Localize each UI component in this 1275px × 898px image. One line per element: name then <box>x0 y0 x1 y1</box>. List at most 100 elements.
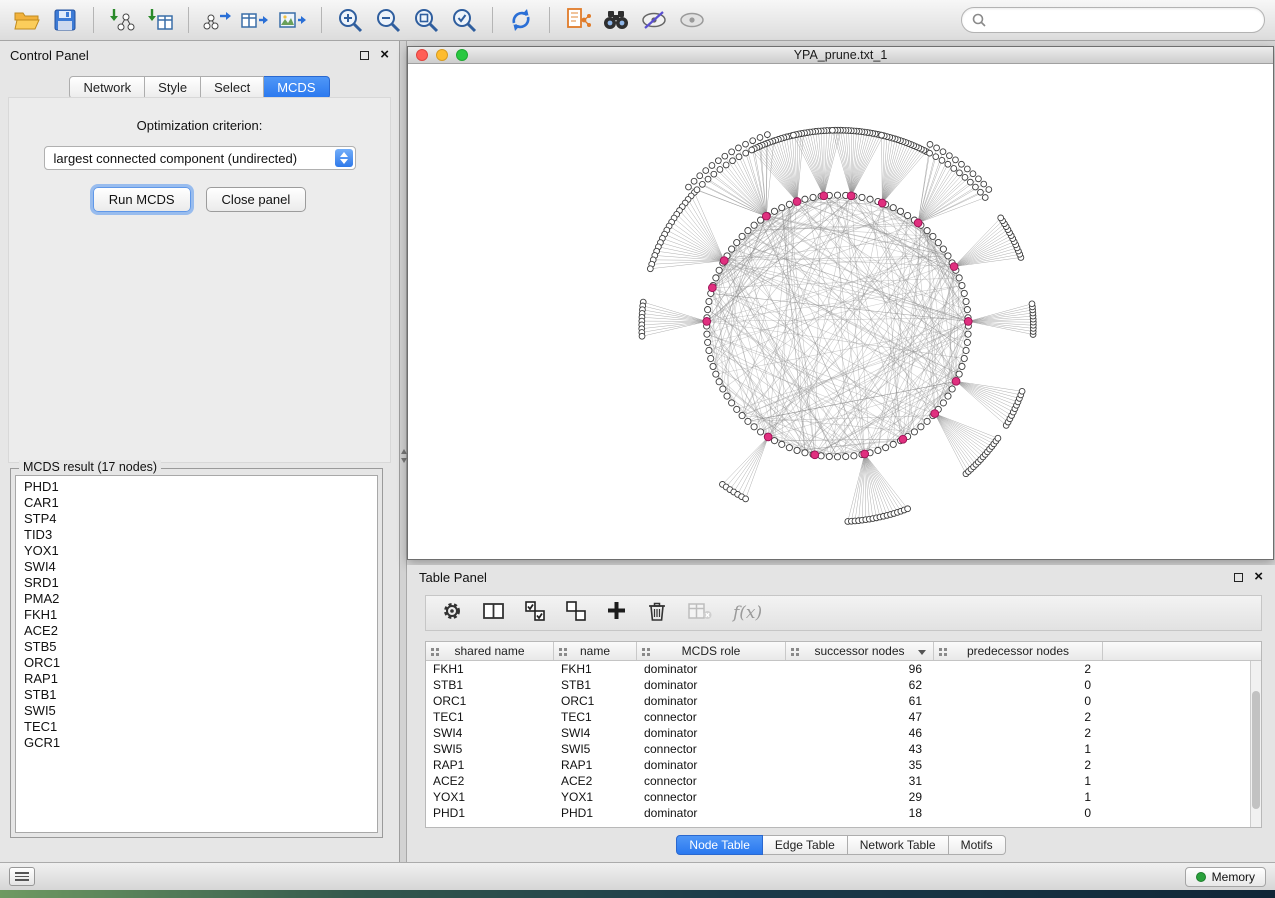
table-cell[interactable]: ORC1 <box>426 693 554 709</box>
network-ring-node[interactable] <box>834 454 840 460</box>
show-graphics-details-icon[interactable] <box>675 4 709 36</box>
mcds-result-item[interactable]: TID3 <box>24 527 377 543</box>
network-leaf-node[interactable] <box>978 189 984 195</box>
network-leaf-node[interactable] <box>976 176 982 182</box>
network-ring-node[interactable] <box>851 453 857 459</box>
table-cell[interactable]: RAP1 <box>554 757 637 773</box>
network-ring-node[interactable] <box>794 447 800 453</box>
network-ring-node[interactable] <box>705 339 711 345</box>
column-options-icon[interactable] <box>559 648 562 651</box>
network-leaf-node[interactable] <box>981 181 987 187</box>
splitter-collapse-down-icon[interactable] <box>401 458 407 463</box>
network-ring-node[interactable] <box>964 307 970 313</box>
tab-mcds[interactable]: MCDS <box>264 76 329 99</box>
network-ring-node[interactable] <box>963 347 969 353</box>
network-ring-node[interactable] <box>956 275 962 281</box>
network-leaf-node[interactable] <box>791 132 797 138</box>
close-panel-button[interactable]: Close panel <box>206 187 307 212</box>
import-table-icon[interactable] <box>143 4 177 36</box>
network-leaf-node[interactable] <box>757 135 763 141</box>
network-ring-node[interactable] <box>949 386 955 392</box>
search-box[interactable] <box>961 7 1265 33</box>
mcds-result-item[interactable]: PMA2 <box>24 591 377 607</box>
network-mcds-node[interactable] <box>964 317 972 325</box>
dropdown-stepper-icon[interactable] <box>335 149 353 167</box>
network-ring-node[interactable] <box>786 201 792 207</box>
table-row[interactable]: ACE2ACE2connector311 <box>426 773 1261 789</box>
network-leaf-node[interactable] <box>764 132 770 138</box>
network-ring-node[interactable] <box>961 355 967 361</box>
table-cell[interactable]: 0 <box>934 805 1103 821</box>
table-cell[interactable]: 2 <box>934 757 1103 773</box>
network-mcds-node[interactable] <box>764 433 772 441</box>
network-ring-node[interactable] <box>751 222 757 228</box>
table-row[interactable]: SWI5SWI5connector431 <box>426 741 1261 757</box>
network-leaf-node[interactable] <box>962 174 968 180</box>
column-layout-icon[interactable] <box>483 601 504 626</box>
network-leaf-node[interactable] <box>957 170 963 176</box>
network-mcds-node[interactable] <box>762 212 770 220</box>
delete-rows-icon[interactable] <box>647 600 667 626</box>
mcds-result-item[interactable]: FKH1 <box>24 607 377 623</box>
network-mcds-node[interactable] <box>899 435 907 443</box>
network-ring-node[interactable] <box>734 239 740 245</box>
table-cell[interactable]: dominator <box>637 725 786 741</box>
network-ring-node[interactable] <box>959 363 965 369</box>
table-row[interactable]: TEC1TEC1connector472 <box>426 709 1261 725</box>
scrollbar-thumb[interactable] <box>1252 691 1260 809</box>
optimization-criterion-dropdown[interactable]: largest connected component (undirected) <box>44 146 356 170</box>
table-row[interactable]: PHD1PHD1dominator180 <box>426 805 1261 821</box>
mcds-result-item[interactable]: SWI5 <box>24 703 377 719</box>
network-ring-node[interactable] <box>834 192 840 198</box>
network-ring-node[interactable] <box>771 208 777 214</box>
table-cell[interactable]: SWI5 <box>554 741 637 757</box>
network-ring-node[interactable] <box>940 246 946 252</box>
table-row[interactable]: YOX1YOX1connector291 <box>426 789 1261 805</box>
network-leaf-node[interactable] <box>830 127 836 133</box>
network-ring-node[interactable] <box>705 307 711 313</box>
network-mcds-node[interactable] <box>820 192 828 200</box>
network-leaf-node[interactable] <box>959 161 965 167</box>
table-cell[interactable]: PHD1 <box>554 805 637 821</box>
network-leaf-node[interactable] <box>945 161 951 167</box>
mcds-result-item[interactable]: RAP1 <box>24 671 377 687</box>
table-settings-icon[interactable] <box>442 601 462 626</box>
mcds-result-item[interactable]: SRD1 <box>24 575 377 591</box>
tab-network[interactable]: Network <box>69 76 145 99</box>
column-options-icon[interactable] <box>431 648 434 651</box>
tab-edge-table[interactable]: Edge Table <box>763 835 848 855</box>
network-leaf-node[interactable] <box>691 178 697 184</box>
mcds-result-item[interactable]: SWI4 <box>24 559 377 575</box>
mcds-result-item[interactable]: STP4 <box>24 511 377 527</box>
table-cell[interactable]: 29 <box>786 789 934 805</box>
column-options-icon[interactable] <box>939 648 942 651</box>
network-ring-node[interactable] <box>716 379 722 385</box>
table-row[interactable]: FKH1FKH1dominator962 <box>426 661 1261 677</box>
network-leaf-node[interactable] <box>749 147 755 153</box>
table-cell[interactable]: 47 <box>786 709 934 725</box>
table-cell[interactable]: 1 <box>934 741 1103 757</box>
network-ring-node[interactable] <box>739 233 745 239</box>
network-leaf-node[interactable] <box>736 154 742 160</box>
network-ring-node[interactable] <box>959 282 965 288</box>
select-all-rows-icon[interactable] <box>525 601 545 626</box>
table-cell[interactable]: 2 <box>934 709 1103 725</box>
column-header-name[interactable]: name <box>554 642 637 660</box>
network-ring-node[interactable] <box>786 445 792 451</box>
network-mcds-node[interactable] <box>793 198 801 206</box>
zoom-selected-icon[interactable] <box>447 4 481 36</box>
network-leaf-node[interactable] <box>639 333 645 339</box>
run-mcds-button[interactable]: Run MCDS <box>93 187 191 212</box>
table-cell[interactable]: PHD1 <box>426 805 554 821</box>
network-ring-node[interactable] <box>779 205 785 211</box>
memory-button[interactable]: Memory <box>1185 867 1266 887</box>
network-leaf-node[interactable] <box>709 163 715 169</box>
network-leaf-node[interactable] <box>927 141 933 147</box>
network-ring-node[interactable] <box>897 208 903 214</box>
table-cell[interactable]: 0 <box>934 693 1103 709</box>
network-leaf-node[interactable] <box>743 496 749 502</box>
close-panel-icon[interactable]: × <box>1254 572 1263 582</box>
table-row[interactable]: ORC1ORC1dominator610 <box>426 693 1261 709</box>
table-cell[interactable]: 1 <box>934 789 1103 805</box>
zoom-fit-icon[interactable] <box>409 4 443 36</box>
